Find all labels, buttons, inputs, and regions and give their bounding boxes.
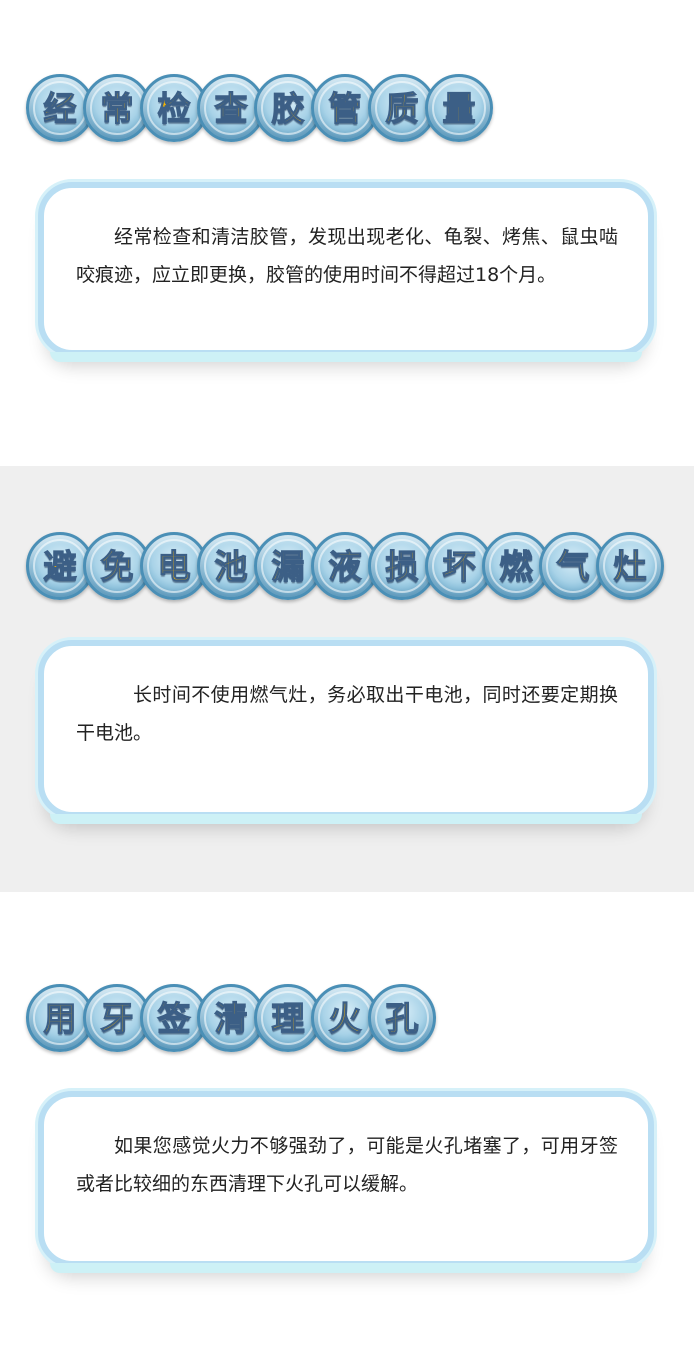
section-title: 避 免 电 池 漏 液 损 坏 燃 气 灶 bbox=[26, 532, 664, 600]
card-body-text: 经常检查和清洁胶管，发现出现老化、龟裂、烤焦、鼠虫啮咬痕迹，应立即更换，胶管的使… bbox=[76, 226, 618, 286]
section-title: 经 常 检 查 胶 管 质 量 bbox=[26, 74, 493, 142]
card-body-text: 长时间不使用燃气灶，务必取出干电池，同时还要定期换干电池。 bbox=[76, 684, 618, 744]
content-card: 经常检查和清洁胶管，发现出现老化、龟裂、烤焦、鼠虫啮咬痕迹，应立即更换，胶管的使… bbox=[38, 182, 654, 362]
section-hose-check: 经 常 检 查 胶 管 质 量 经常检查和清洁胶管，发现出现老化、龟裂、烤焦、鼠… bbox=[0, 0, 694, 466]
title-char-bubble: 孔 bbox=[368, 984, 436, 1052]
title-char-bubble: 灶 bbox=[596, 532, 664, 600]
title-char-bubble: 量 bbox=[425, 74, 493, 142]
section-burner-holes: 用 牙 签 清 理 火 孔 如果您感觉火力不够强劲了，可能是火孔堵塞了，可用牙签… bbox=[0, 892, 694, 1345]
card-body-text: 如果您感觉火力不够强劲了，可能是火孔堵塞了，可用牙签或者比较细的东西清理下火孔可… bbox=[76, 1135, 618, 1195]
section-title: 用 牙 签 清 理 火 孔 bbox=[26, 984, 436, 1052]
content-card: 长时间不使用燃气灶，务必取出干电池，同时还要定期换干电池。 bbox=[38, 640, 654, 824]
content-card: 如果您感觉火力不够强劲了，可能是火孔堵塞了，可用牙签或者比较细的东西清理下火孔可… bbox=[38, 1091, 654, 1273]
section-battery: 避 免 电 池 漏 液 损 坏 燃 气 灶 长时间不使用燃气灶，务必取出干电池，… bbox=[0, 466, 694, 892]
